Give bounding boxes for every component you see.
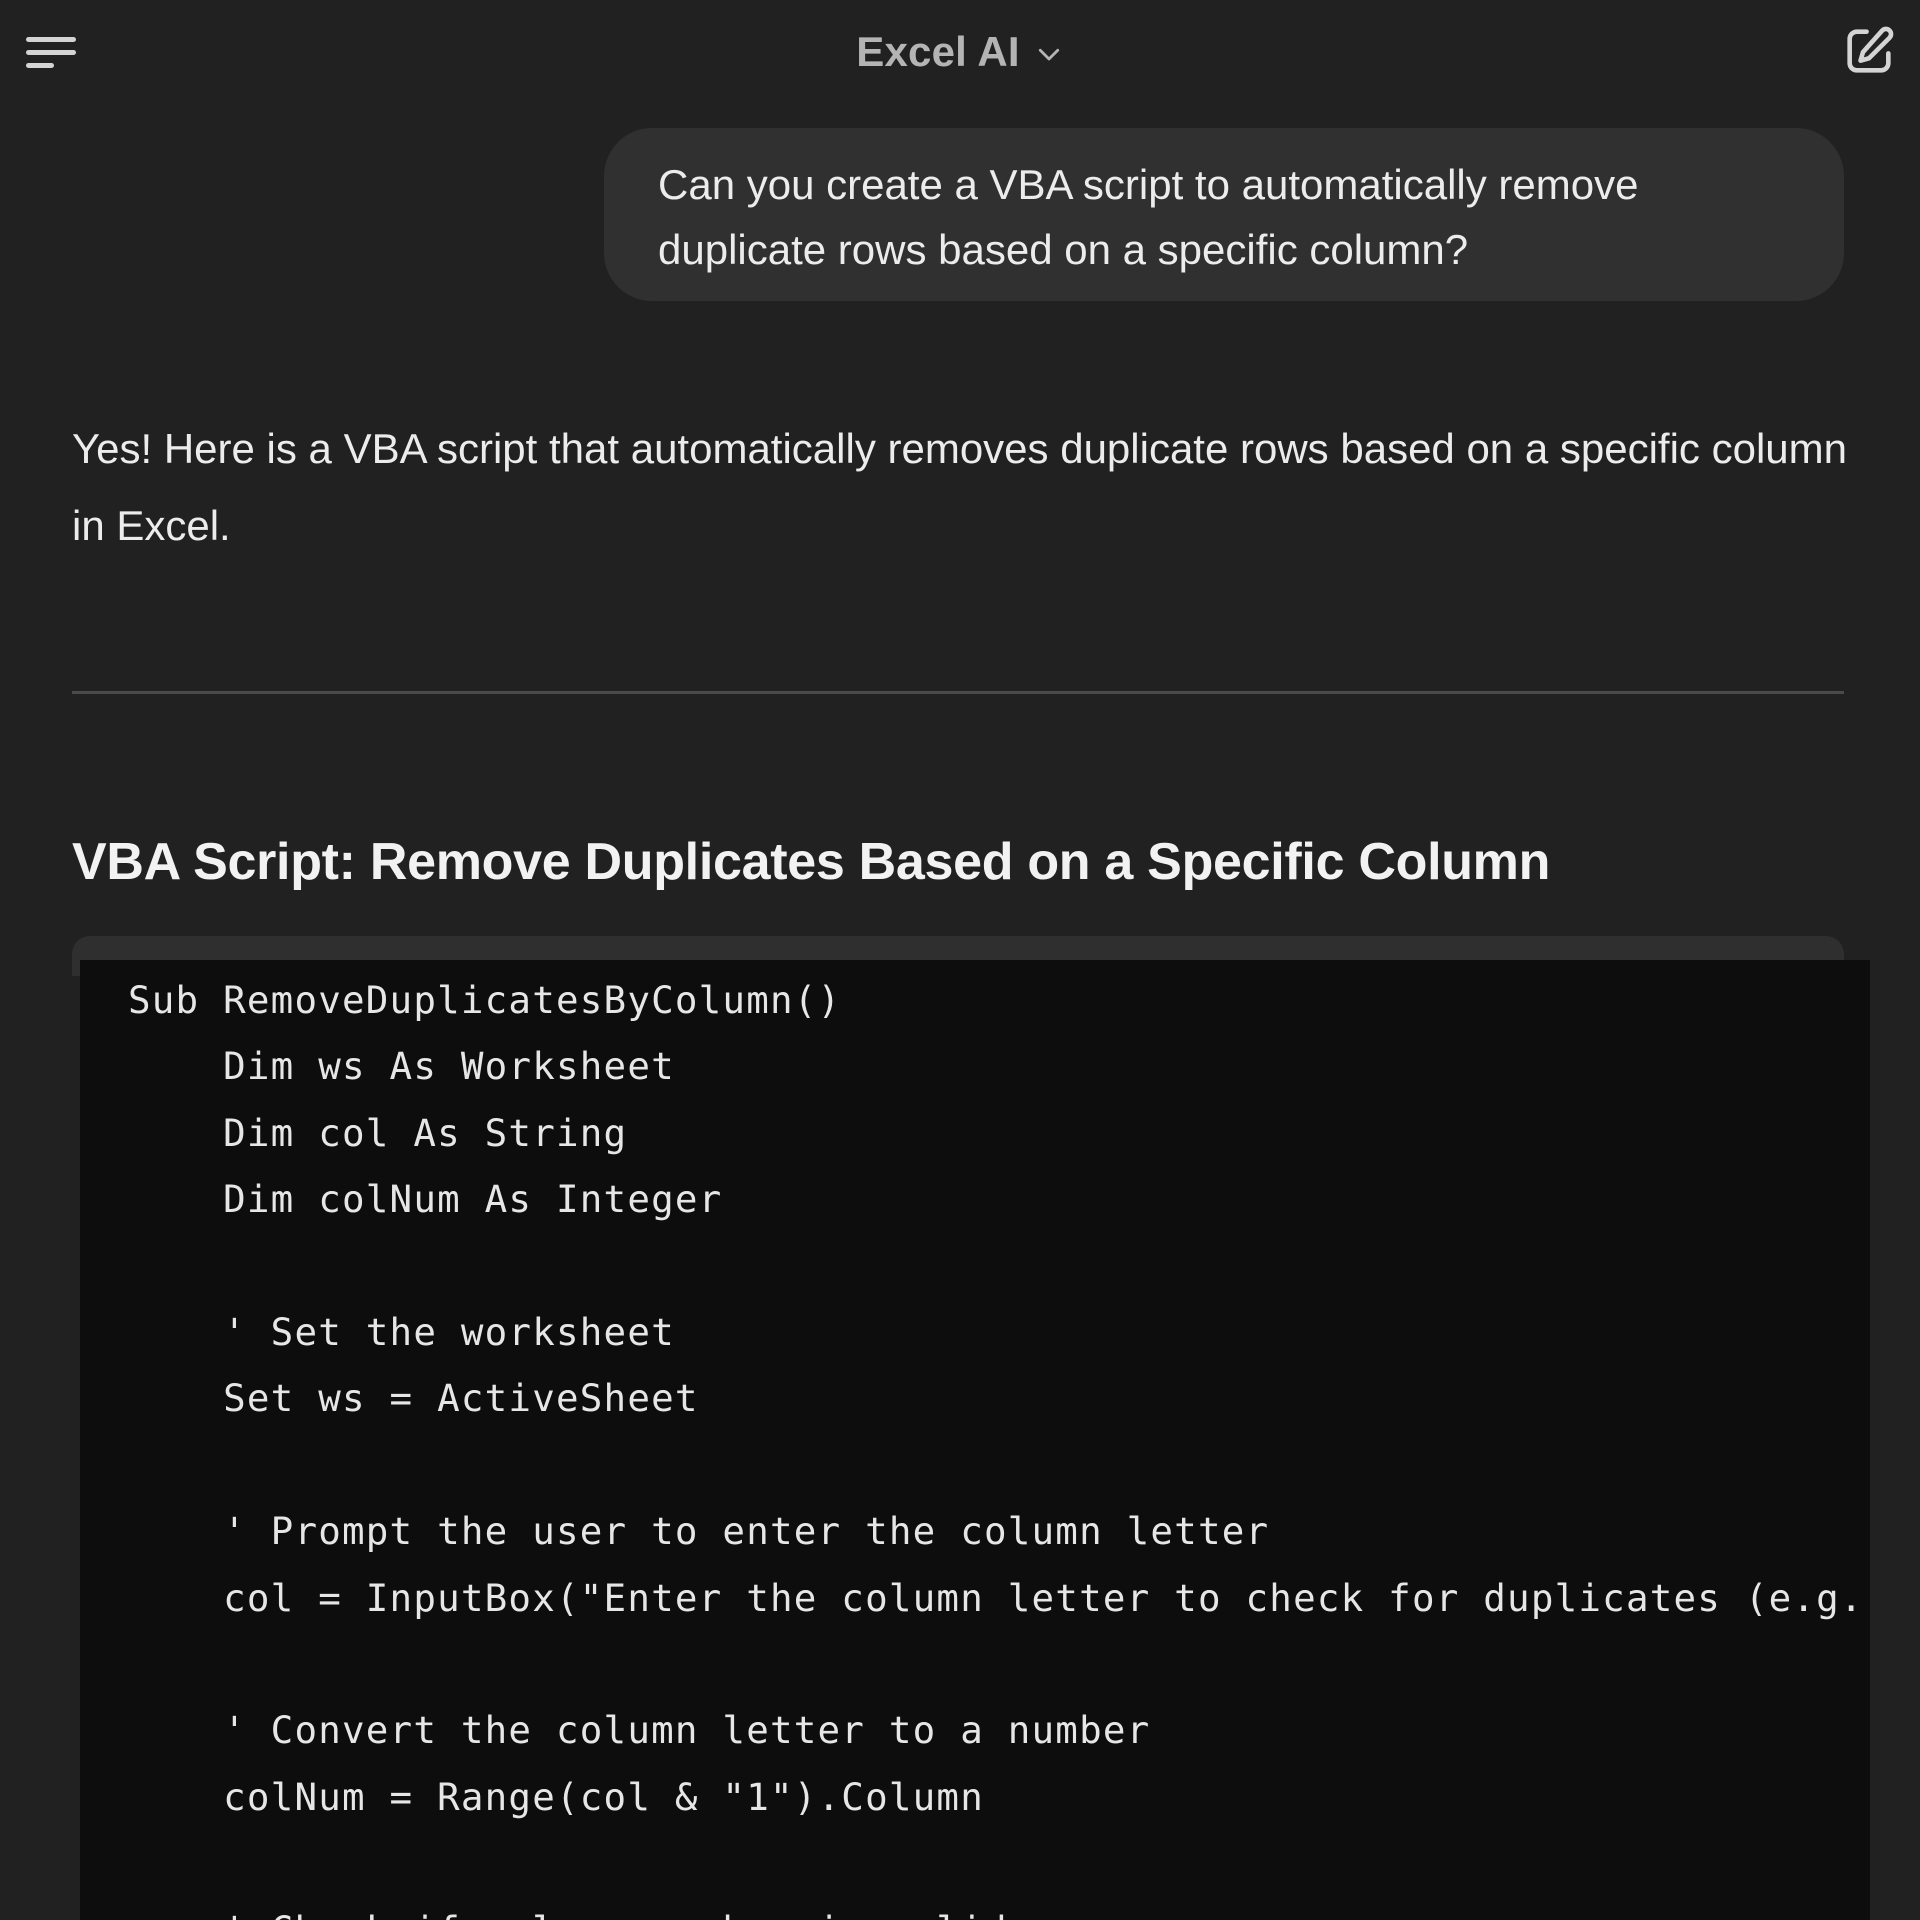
app-title: Excel AI: [856, 28, 1020, 75]
section-heading: VBA Script: Remove Duplicates Based on a…: [72, 833, 1551, 891]
chat-page: Excel AI Can you create a VBA script to …: [0, 0, 1920, 1920]
model-selector[interactable]: Excel AI: [0, 24, 1920, 80]
code-line: Dim col As String: [128, 1110, 628, 1155]
code-block[interactable]: Sub RemoveDuplicatesByColumn() Dim ws As…: [80, 960, 1870, 1920]
code-line: ' Check if column number is valid: [128, 1897, 1008, 1920]
chevron-down-icon: [1038, 48, 1059, 61]
code-line: col = InputBox("Enter the column letter …: [128, 1575, 1864, 1620]
code-line: Dim ws As Worksheet: [128, 1044, 675, 1089]
top-bar: Excel AI: [0, 0, 1920, 104]
code-line: Sub RemoveDuplicatesByColumn(): [128, 978, 842, 1022]
divider: [72, 691, 1844, 694]
code-line: Dim colNum As Integer: [128, 1177, 723, 1222]
code-line: ' Prompt the user to enter the column le…: [128, 1509, 1270, 1554]
code-line: colNum = Range(col & "1").Column: [128, 1774, 984, 1819]
code-line: ' Set the worksheet: [128, 1310, 675, 1354]
assistant-intro-text: Yes! Here is a VBA script that automatic…: [72, 425, 1847, 549]
code-line: Set ws = ActiveSheet: [128, 1376, 699, 1421]
edit-icon[interactable]: [1840, 22, 1898, 80]
user-message-bubble: Can you create a VBA script to automatic…: [604, 128, 1844, 301]
code-line: ' Convert the column letter to a number: [128, 1708, 1151, 1753]
